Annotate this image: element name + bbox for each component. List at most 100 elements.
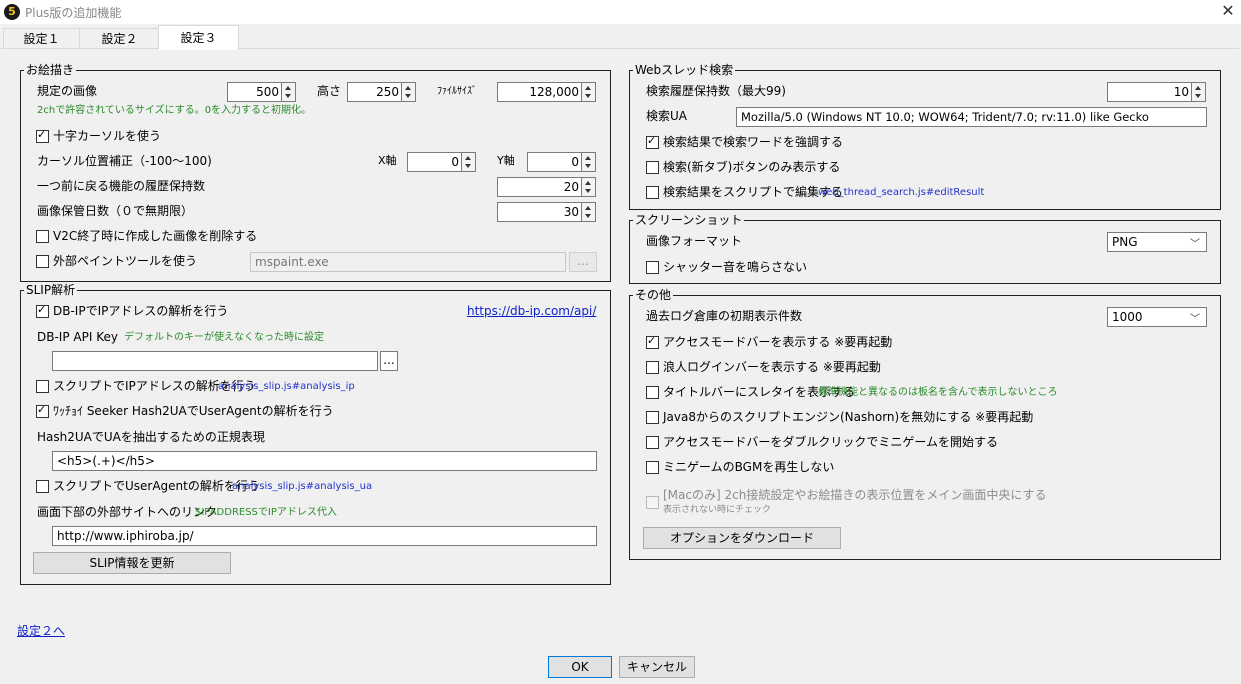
x-offset-spinner[interactable] [462,152,476,172]
highlight-checkbox[interactable] [646,134,659,149]
other-group-title: その他 [633,288,674,302]
chevron-down-icon: ﹀ [1190,239,1200,250]
undo-history-input[interactable]: 20 [497,177,582,197]
mute-shutter-checkbox[interactable] [646,261,659,274]
access-mode-checkbox[interactable] [646,334,659,349]
screenshot-group-title: スクリーンショット [633,213,745,227]
download-options-button[interactable]: オプションをダウンロード [643,527,841,549]
apikey-browse-button[interactable]: ... [380,351,398,371]
ronin-checkbox[interactable] [646,361,659,374]
y-offset-input[interactable]: 0 [527,152,582,172]
apikey-input[interactable] [52,351,378,371]
script-ua-hint: analysis_slip.js#analysis_ua [232,481,373,492]
newtab-only-checkbox[interactable] [646,161,659,174]
external-paint-checkbox[interactable] [36,255,49,268]
y-offset-spinner[interactable] [582,152,596,172]
tab-settings-2[interactable]: 設定２ [79,28,160,49]
footer-link-input[interactable]: http://www.iphiroba.jp/ [52,526,597,546]
cancel-button[interactable]: キャンセル [619,656,695,678]
keep-days-input[interactable]: 30 [497,202,582,222]
apikey-label: DB-IP API Key [37,330,118,344]
x-axis-label: X軸 [378,154,397,167]
height-input[interactable]: 250 [347,82,402,102]
minigame-dblclick-checkbox[interactable] [646,436,659,449]
y-axis-label: Y軸 [497,154,515,167]
app-logo-icon: 5 [4,4,20,20]
image-format-label: 画像フォーマット [646,234,743,248]
apikey-hint: デフォルトのキーが使えなくなった時に設定 [124,332,324,343]
mac-center-label: [Macのみ] 2ch接続設定やお絵描きの表示位置をメイン画面中央にする [663,488,1047,502]
minigame-bgm-checkbox[interactable] [646,461,659,474]
search-history-spinner[interactable] [1192,82,1206,102]
log-count-label: 過去ログ倉庫の初期表示件数 [646,309,803,323]
cross-cursor-checkbox[interactable] [36,128,49,143]
script-edit-label: 検索結果をスクリプトで編集する [663,185,844,199]
default-image-label: 規定の画像 [37,84,98,98]
close-icon[interactable]: ✕ [1218,1,1238,20]
dbip-api-link[interactable]: https://db-ip.com/api/ [467,303,596,319]
tab-settings-3[interactable]: 設定３ [158,25,239,50]
footer-link-hint: $IPADDRESSでIPアドレス代入 [195,507,337,518]
minigame-bgm-label: ミニゲームのBGMを再生しない [663,460,835,474]
script-edit-hint: web_thread_search.js#editResult [818,187,985,198]
height-label: 高さ [317,84,342,98]
script-ua-checkbox[interactable] [36,480,49,493]
filesize-label: ﾌｧｲﾙｻｲｽﾞ [437,86,477,97]
script-ip-hint: analysis_slip.js#analysis_ip [218,381,355,392]
chevron-down-icon: ﹀ [1190,314,1200,325]
mac-center-checkbox[interactable] [646,496,659,509]
regex-label: Hash2UAでUAを抽出するための正規表現 [37,430,265,444]
external-paint-label: 外部ペイントツールを使う [53,254,198,268]
minigame-dblclick-label: アクセスモードバーをダブルクリックでミニゲームを開始する [663,435,999,449]
image-size-hint: 2chで許容されているサイズにする。0を入力すると初期化。 [37,105,312,116]
filesize-input[interactable]: 128,000 [497,82,582,102]
web-search-group-title: Webスレッド検索 [633,63,736,77]
width-spinner[interactable] [282,82,296,102]
keep-days-label: 画像保管日数（０で無期限） [37,204,194,218]
dbip-checkbox[interactable] [36,303,49,318]
x-offset-input[interactable]: 0 [407,152,462,172]
image-format-select[interactable]: PNG ﹀ [1107,232,1207,252]
script-ua-label: スクリプトでUserAgentの解析を行う [53,479,260,493]
delete-on-exit-checkbox[interactable] [36,230,49,243]
search-history-input[interactable]: 10 [1107,82,1192,102]
search-ua-label: 検索UA [646,109,687,123]
height-spinner[interactable] [402,82,416,102]
hash2ua-checkbox[interactable] [36,403,49,418]
cursor-offset-label: カーソル位置補正（-100～100) [37,154,212,168]
log-count-value: 1000 [1112,310,1143,324]
script-edit-checkbox[interactable] [646,186,659,199]
log-count-select[interactable]: 1000 ﹀ [1107,307,1207,327]
highlight-label: 検索結果で検索ワードを強調する [663,135,844,149]
tab-settings-1[interactable]: 設定１ [3,28,80,49]
width-input[interactable]: 500 [227,82,282,102]
hash2ua-label: ﾜｯﾁｮｲ Seeker Hash2UAでUserAgentの解析を行う [53,404,334,418]
search-history-label: 検索履歴保持数（最大99) [646,84,786,98]
ronin-label: 浪人ログインバーを表示する ※要再起動 [663,360,881,374]
mute-shutter-label: シャッター音を鳴らさない [663,260,808,274]
search-ua-input[interactable]: Mozilla/5.0 (Windows NT 10.0; WOW64; Tri… [736,107,1207,127]
prev-settings-link[interactable]: 設定２へ [17,623,65,639]
slip-group-title: SLIP解析 [24,283,78,297]
external-paint-browse-button[interactable]: ... [569,252,597,272]
mac-center-hint: 表示されない時にチェック [663,505,772,515]
cross-cursor-label: 十字カーソルを使う [53,129,162,143]
titlebar-checkbox[interactable] [646,386,659,399]
oekaki-group-title: お絵描き [24,63,77,77]
keep-days-spinner[interactable] [582,202,596,222]
delete-on-exit-label: V2C終了時に作成した画像を削除する [53,229,258,243]
title-bar: 5 Plus版の追加機能 ✕ [0,0,1241,24]
newtab-only-label: 検索(新タブ)ボタンのみ表示する [663,160,841,174]
nashorn-checkbox[interactable] [646,411,659,424]
filesize-spinner[interactable] [582,82,596,102]
titlebar-hint: 標準機能と異なるのは板名を含んで表示しないところ [818,387,1058,398]
script-ip-checkbox[interactable] [36,380,49,393]
regex-input[interactable]: <h5>(.+)</h5> [52,451,597,471]
external-paint-path-input[interactable]: mspaint.exe [250,252,566,272]
undo-history-label: 一つ前に戻る機能の履歴保持数 [37,179,206,193]
undo-history-spinner[interactable] [582,177,596,197]
dbip-label: DB-IPでIPアドレスの解析を行う [53,304,229,318]
ok-button[interactable]: OK [548,656,612,678]
access-mode-label: アクセスモードバーを表示する ※要再起動 [663,335,893,349]
slip-update-button[interactable]: SLIP情報を更新 [33,552,231,574]
